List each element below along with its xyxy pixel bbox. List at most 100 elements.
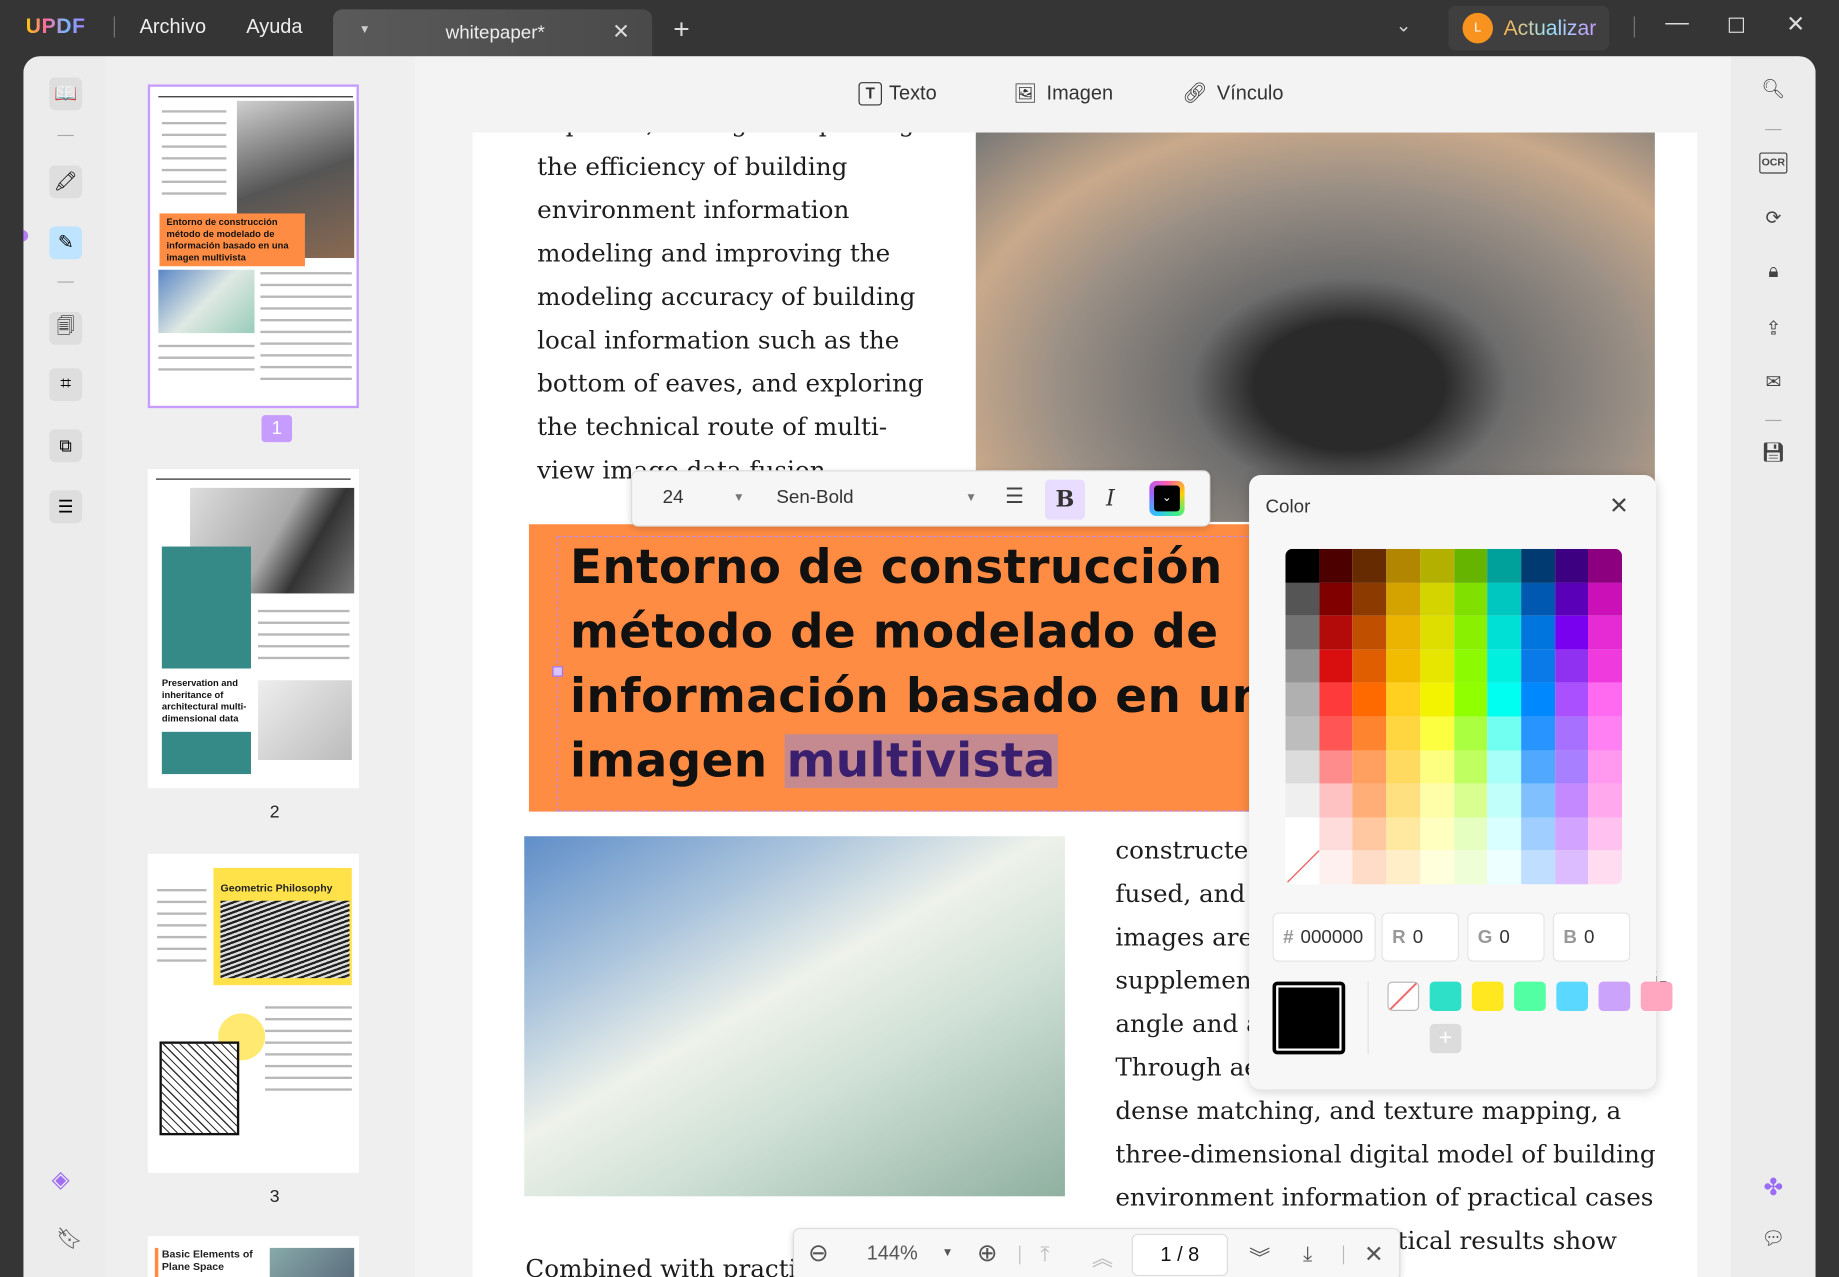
add-color-button[interactable]: + xyxy=(1429,1023,1462,1054)
palette-swatch[interactable] xyxy=(1285,548,1320,583)
recent-color-swatch[interactable] xyxy=(1429,981,1462,1011)
convert-icon[interactable]: ⟳ xyxy=(1759,206,1787,234)
palette-swatch[interactable] xyxy=(1487,817,1522,851)
palette-swatch[interactable] xyxy=(1352,615,1387,650)
palette-swatch[interactable] xyxy=(1386,817,1421,851)
palette-swatch[interactable] xyxy=(1386,850,1421,885)
palette-swatch[interactable] xyxy=(1487,615,1522,650)
palette-swatch[interactable] xyxy=(1554,615,1589,650)
resize-handle[interactable] xyxy=(552,666,563,677)
zoom-out-icon[interactable]: ⊖ xyxy=(808,1239,829,1268)
form-icon[interactable]: ☰ xyxy=(49,490,83,524)
palette-swatch[interactable] xyxy=(1521,716,1555,751)
palette-swatch[interactable] xyxy=(1319,783,1353,818)
palette-swatch[interactable] xyxy=(1554,683,1589,717)
close-zoom-bar-icon[interactable]: ✕ xyxy=(1364,1240,1384,1269)
highlighter-icon[interactable]: 🖍 xyxy=(49,165,83,199)
palette-swatch[interactable] xyxy=(1521,850,1555,885)
protect-icon[interactable]: 🔒︎ xyxy=(1759,262,1787,290)
palette-swatch[interactable] xyxy=(1285,683,1320,717)
palette-swatch[interactable] xyxy=(1487,850,1522,885)
palette-swatch[interactable] xyxy=(1521,582,1555,616)
no-color-swatch[interactable] xyxy=(1387,981,1420,1011)
comment-icon[interactable]: 💬︎ xyxy=(1759,1227,1787,1255)
thumbnail-page-2[interactable]: Preservation and inheritance of architec… xyxy=(147,469,359,789)
save-icon[interactable]: 💾︎ xyxy=(1759,441,1787,469)
zoom-level[interactable]: 144% xyxy=(867,1242,918,1265)
recent-color-swatch[interactable] xyxy=(1556,981,1589,1011)
palette-swatch[interactable] xyxy=(1319,548,1353,583)
close-tab-icon[interactable]: ✕ xyxy=(612,20,630,45)
zoom-in-icon[interactable]: ⊕ xyxy=(977,1239,998,1268)
palette-swatch[interactable] xyxy=(1453,649,1488,684)
palette-swatch[interactable] xyxy=(1588,615,1623,650)
palette-swatch[interactable] xyxy=(1285,783,1320,818)
palette-swatch[interactable] xyxy=(1554,850,1589,885)
no-color-swatch[interactable] xyxy=(1285,850,1320,885)
palette-swatch[interactable] xyxy=(1521,783,1555,818)
palette-swatch[interactable] xyxy=(1588,783,1623,818)
palette-swatch[interactable] xyxy=(1521,817,1555,851)
palette-swatch[interactable] xyxy=(1319,649,1353,684)
palette-swatch[interactable] xyxy=(1319,750,1353,784)
font-size-dropdown-icon[interactable]: ▼ xyxy=(733,491,745,504)
palette-swatch[interactable] xyxy=(1453,716,1488,751)
palette-swatch[interactable] xyxy=(1554,548,1589,583)
add-text-button[interactable]: T Texto xyxy=(858,82,937,106)
palette-swatch[interactable] xyxy=(1420,548,1454,583)
palette-swatch[interactable] xyxy=(1352,783,1387,818)
palette-swatch[interactable] xyxy=(1420,716,1454,751)
palette-swatch[interactable] xyxy=(1487,683,1522,717)
palette-swatch[interactable] xyxy=(1420,683,1454,717)
watermark-icon[interactable]: ⧉ xyxy=(49,429,83,463)
palette-swatch[interactable] xyxy=(1453,817,1488,851)
palette-swatch[interactable] xyxy=(1420,817,1454,851)
palette-swatch[interactable] xyxy=(1588,716,1623,751)
palette-swatch[interactable] xyxy=(1386,615,1421,650)
thumbnail-page-3[interactable]: Geometric Philosophy xyxy=(147,853,359,1173)
reader-icon[interactable]: 📖 xyxy=(49,77,83,111)
palette-swatch[interactable] xyxy=(1352,683,1387,717)
red-input[interactable]: R0 xyxy=(1381,912,1460,962)
thumbnail-page-1[interactable]: Entorno de construcción método de modela… xyxy=(147,84,359,409)
palette-swatch[interactable] xyxy=(1319,850,1353,885)
palette-swatch[interactable] xyxy=(1420,649,1454,684)
palette-swatch[interactable] xyxy=(1588,683,1623,717)
add-link-button[interactable]: 🔗︎ Vínculo xyxy=(1182,82,1283,105)
recent-color-swatch[interactable] xyxy=(1598,981,1631,1011)
menu-archivo[interactable]: Archivo xyxy=(140,15,206,38)
minimize-icon[interactable]: — xyxy=(1665,9,1688,36)
close-window-icon[interactable]: ✕ xyxy=(1786,12,1805,39)
hex-input[interactable]: #000000 xyxy=(1272,912,1376,962)
upgrade-button[interactable]: L Actualizar xyxy=(1448,5,1610,51)
palette-swatch[interactable] xyxy=(1386,750,1421,784)
last-page-icon[interactable]: ⤓ xyxy=(1303,1242,1312,1267)
palette-swatch[interactable] xyxy=(1453,850,1488,885)
palette-swatch[interactable] xyxy=(1554,716,1589,751)
palette-swatch[interactable] xyxy=(1352,850,1387,885)
recent-color-swatch[interactable] xyxy=(1471,981,1504,1011)
palette-swatch[interactable] xyxy=(1420,615,1454,650)
palette-swatch[interactable] xyxy=(1588,582,1623,616)
font-family-dropdown-icon[interactable]: ▼ xyxy=(965,491,977,504)
palette-swatch[interactable] xyxy=(1453,783,1488,818)
add-image-button[interactable]: 🖼︎ Imagen xyxy=(1013,82,1113,105)
palette-swatch[interactable] xyxy=(1453,750,1488,784)
palette-swatch[interactable] xyxy=(1319,716,1353,751)
palette-swatch[interactable] xyxy=(1386,649,1421,684)
palette-swatch[interactable] xyxy=(1285,582,1320,616)
share-icon[interactable]: ⇪ xyxy=(1759,317,1787,345)
align-icon[interactable]: ☰ xyxy=(1005,484,1024,509)
palette-swatch[interactable] xyxy=(1521,615,1555,650)
palette-swatch[interactable] xyxy=(1420,850,1454,885)
previous-page-icon[interactable]: ︽ xyxy=(1092,1242,1113,1272)
bookmark-icon[interactable]: 🔖︎ xyxy=(56,1227,83,1252)
font-family-select[interactable]: Sen-Bold xyxy=(776,488,853,509)
palette-swatch[interactable] xyxy=(1453,683,1488,717)
thumbnail-page-4[interactable]: Basic Elements of Plane Space xyxy=(147,1236,359,1277)
organize-pages-icon[interactable]: 🗐 xyxy=(49,311,83,345)
crop-icon[interactable]: ⌗ xyxy=(49,368,83,402)
palette-swatch[interactable] xyxy=(1588,548,1623,583)
palette-swatch[interactable] xyxy=(1487,783,1522,818)
palette-swatch[interactable] xyxy=(1420,750,1454,784)
